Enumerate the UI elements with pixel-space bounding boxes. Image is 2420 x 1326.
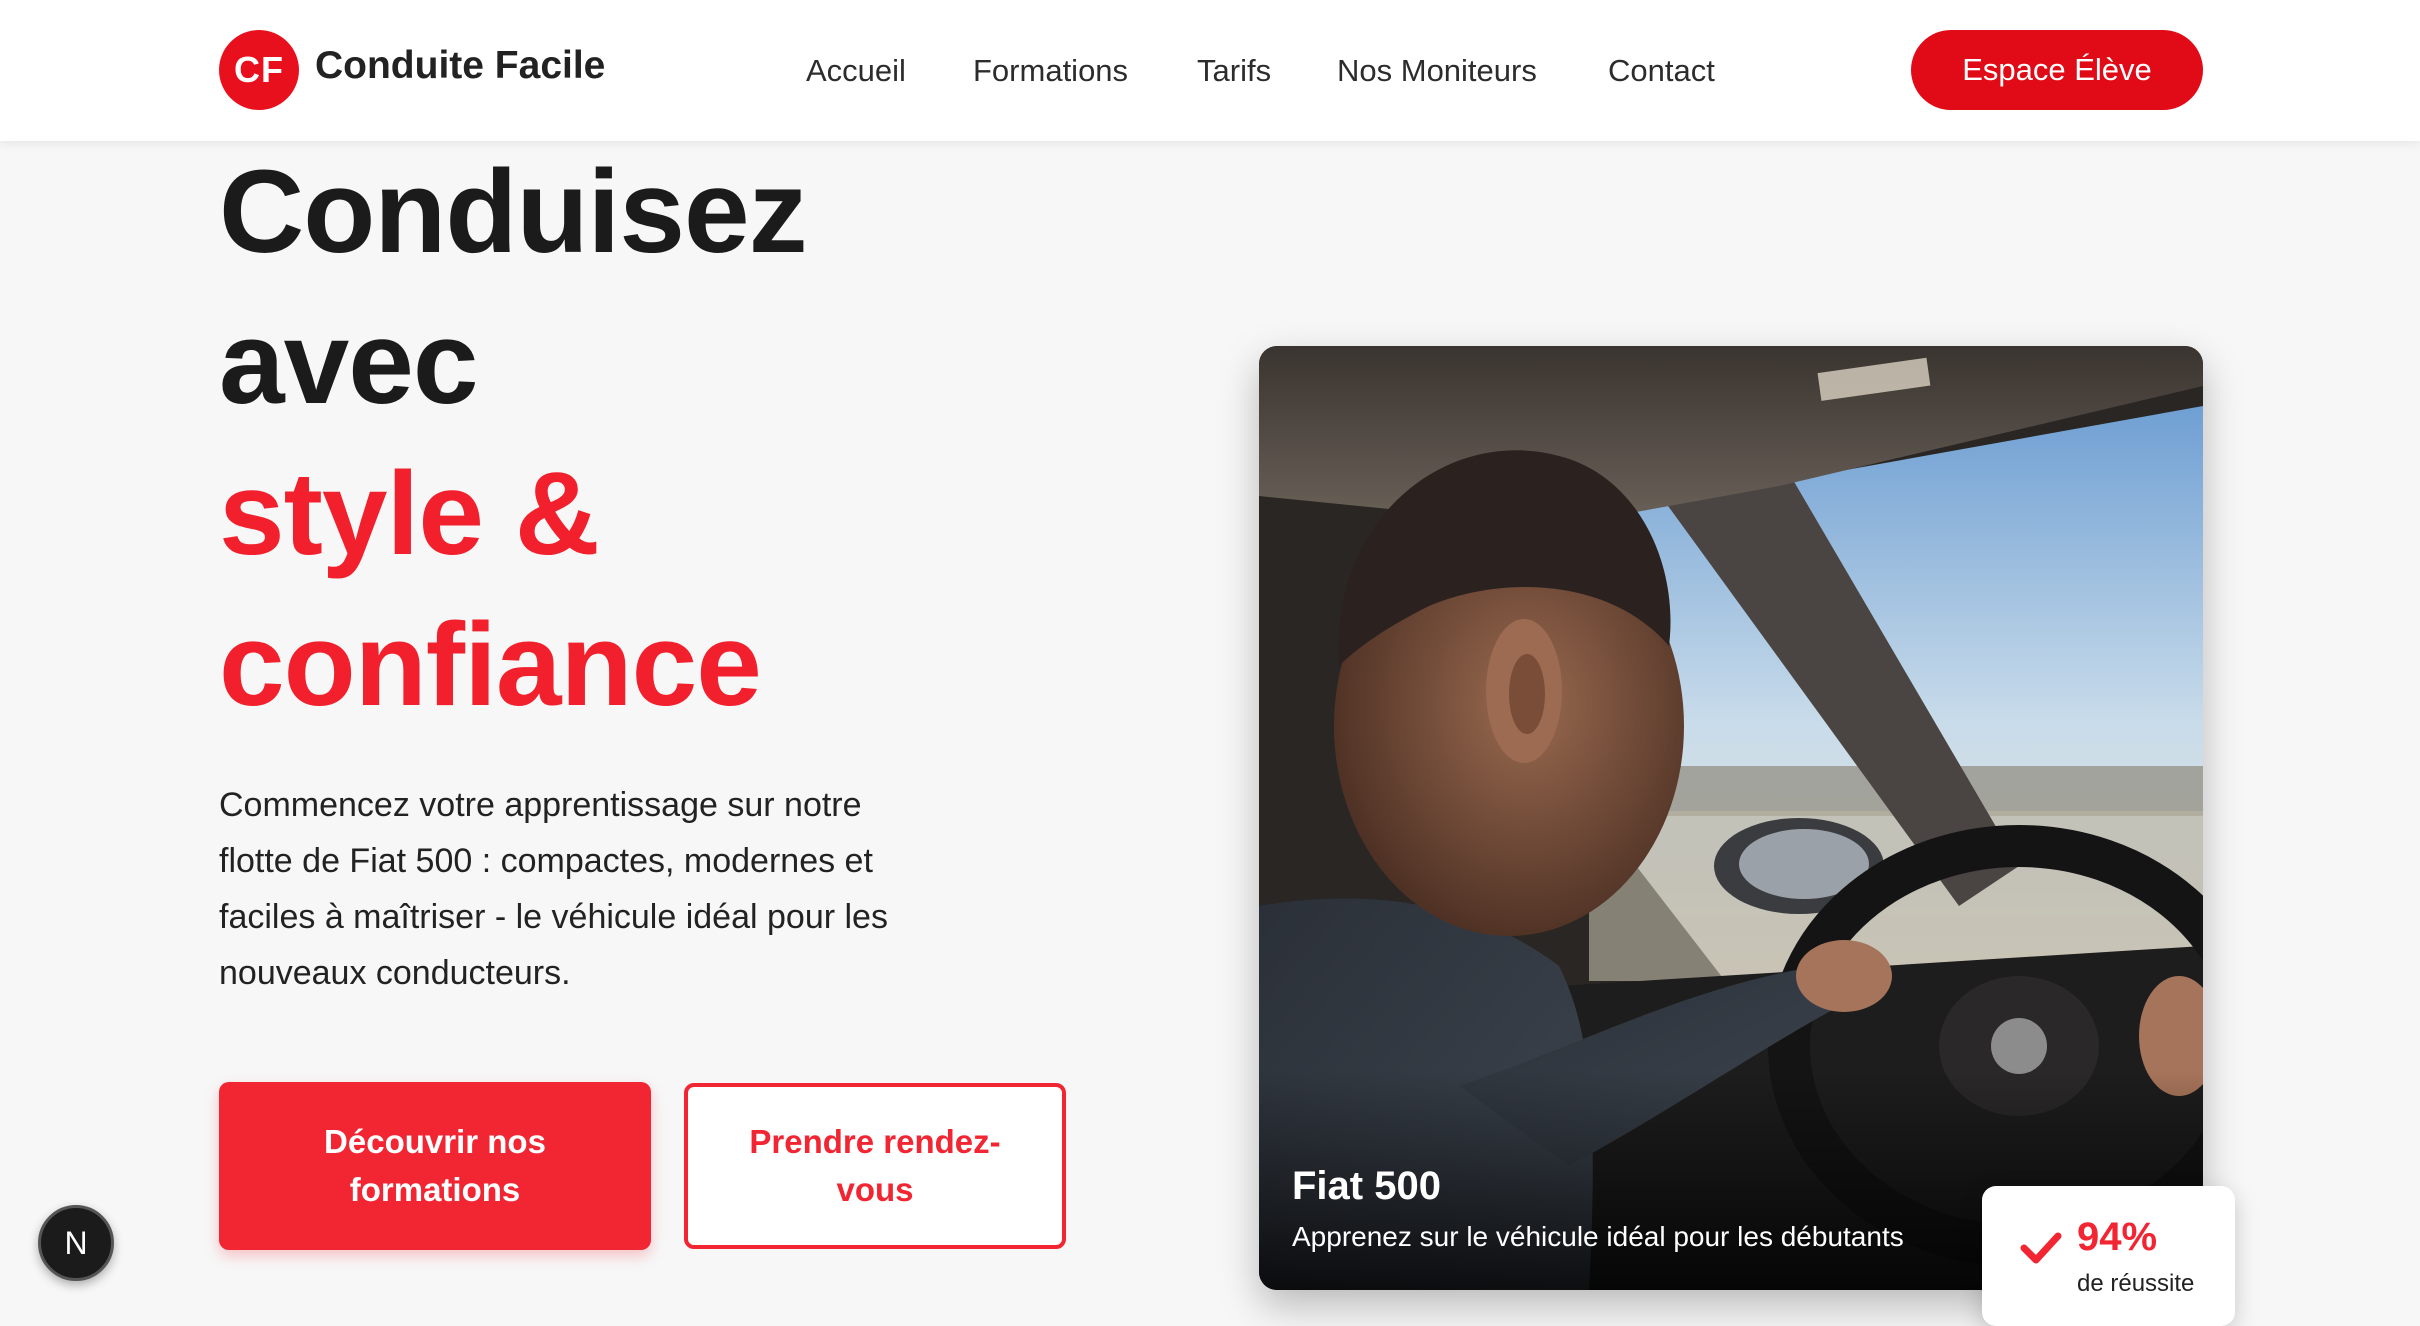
- student-space-button[interactable]: Espace Élève: [1911, 30, 2203, 110]
- hero-title-highlight: confiance: [219, 599, 762, 731]
- hero-title-line: Conduisez: [219, 146, 808, 278]
- success-rate-value: 94%: [2077, 1215, 2158, 1259]
- feature-card: Fiat 500 Apprenez sur le véhicule idéal …: [1259, 346, 2203, 1290]
- success-rate-label: de réussite: [2077, 1270, 2195, 1297]
- hero-title-highlight: style &: [219, 448, 600, 580]
- nav-item-tarifs[interactable]: Tarifs: [1197, 50, 1271, 92]
- card-subtitle: Apprenez sur le véhicule idéal pour les …: [1292, 1221, 1904, 1252]
- hero-description: Commencez votre apprentissage sur notre …: [219, 786, 888, 992]
- hero-title-line: avec: [219, 297, 479, 429]
- logo-badge[interactable]: CF: [219, 30, 299, 110]
- nav-item-accueil[interactable]: Accueil: [806, 50, 906, 92]
- discover-formations-button[interactable]: Découvrir nos formations: [219, 1082, 651, 1250]
- hero-title: Conduisez avec style & confiance: [219, 137, 808, 741]
- success-rate-badge: 94% de réussite: [1982, 1186, 2235, 1326]
- nav-item-contact[interactable]: Contact: [1608, 50, 1715, 92]
- card-title: Fiat 500: [1292, 1164, 1441, 1208]
- nav-item-nos-moniteurs[interactable]: Nos Moniteurs: [1337, 50, 1537, 92]
- book-appointment-button[interactable]: Prendre rendez-vous: [684, 1083, 1066, 1249]
- nav-item-formations[interactable]: Formations: [973, 50, 1128, 92]
- site-header: CF Conduite Facile Accueil Formations Ta…: [0, 0, 2420, 141]
- dev-indicator-button[interactable]: N: [38, 1205, 114, 1281]
- brand-name[interactable]: Conduite Facile: [315, 44, 605, 88]
- check-icon: [2020, 1232, 2062, 1264]
